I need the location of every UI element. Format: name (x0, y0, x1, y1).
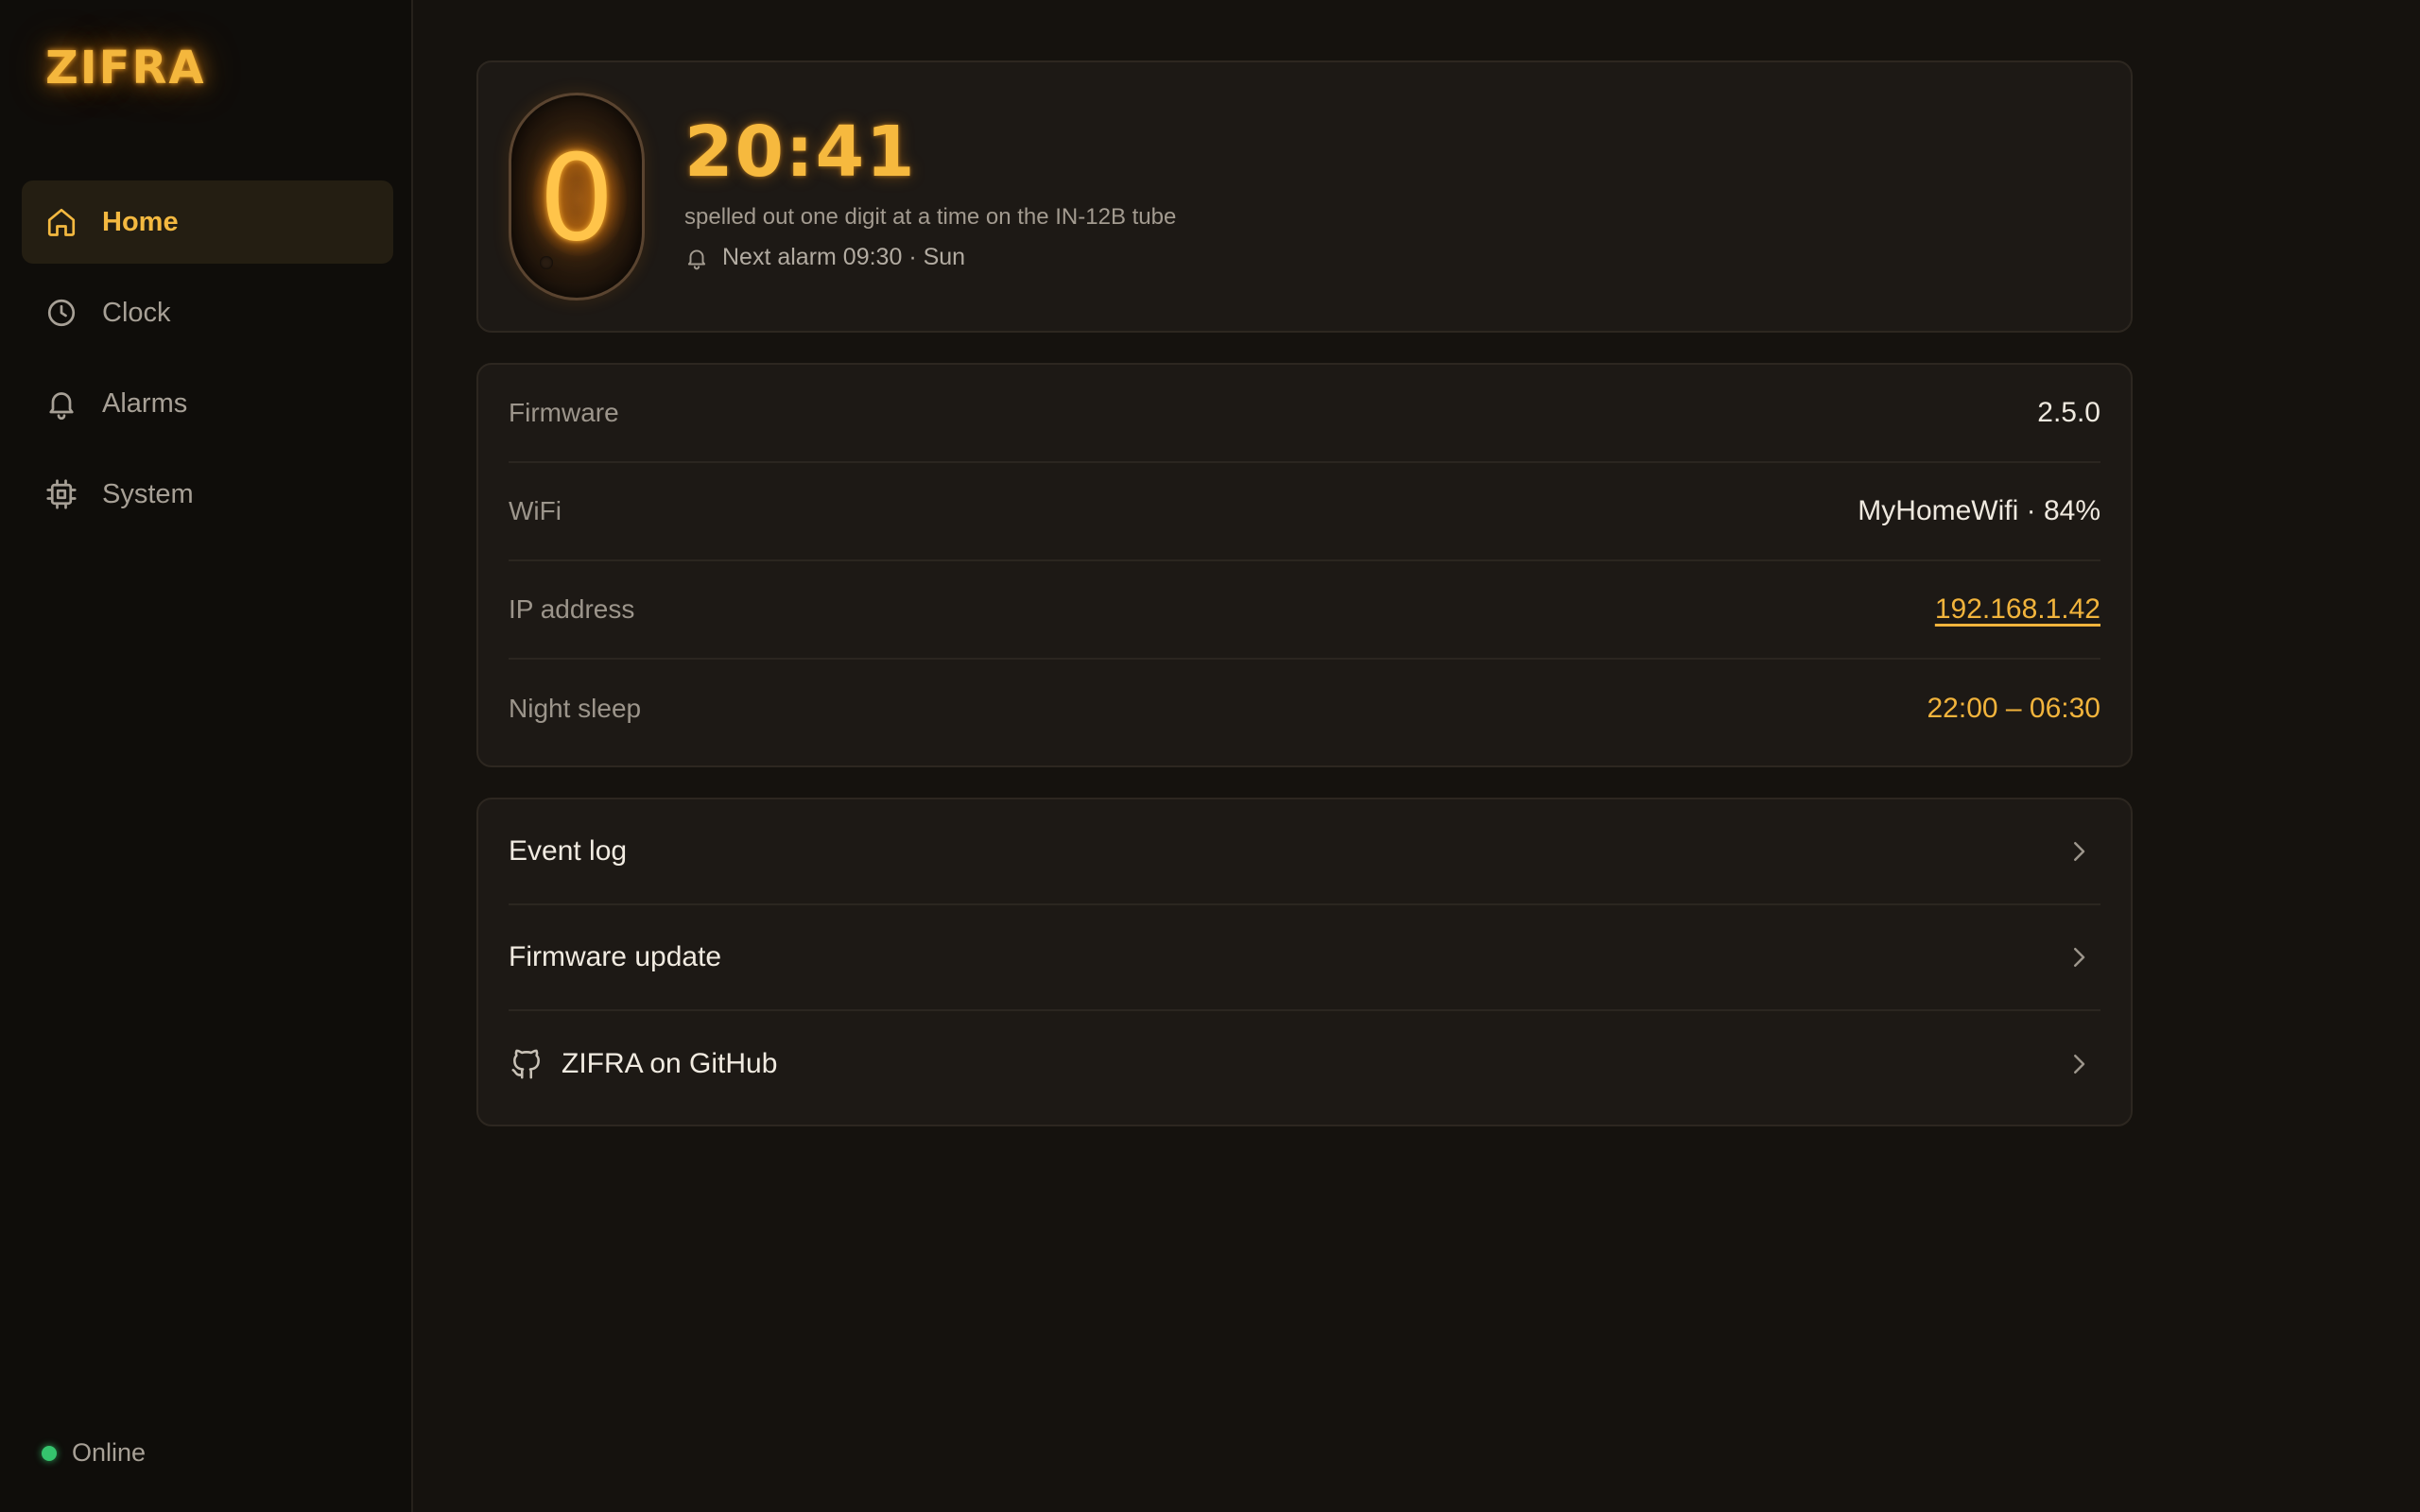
info-row-ip: IP address 192.168.1.42 (509, 561, 2100, 660)
link-label: ZIFRA on GitHub (562, 1048, 778, 1079)
wifi-status: MyHomeWifi · 84% (1858, 495, 2100, 526)
sidebar-item-clock[interactable]: Clock (22, 271, 393, 354)
sidebar: ZIFRA Home Clock Alarms System Online (0, 0, 413, 1512)
status-dot-icon (42, 1445, 57, 1461)
chip-icon (44, 477, 78, 511)
app-logo: ZIFRA (45, 42, 206, 94)
event-log-link[interactable]: Event log (509, 799, 2100, 905)
links-card: Event log Firmware update ZIFRA on GitHu… (476, 798, 2133, 1126)
ip-address-link[interactable]: 192.168.1.42 (1935, 593, 2100, 626)
nixie-tube: 0 (509, 93, 645, 301)
app-root: ZIFRA Home Clock Alarms System Online 0 … (0, 0, 2420, 1512)
tube-decimal-dot (540, 256, 553, 269)
link-label: Firmware update (509, 941, 722, 972)
clock-hero-card: 0 20:41 spelled out one digit at a time … (476, 60, 2133, 333)
chevron-right-icon (2065, 943, 2093, 971)
connection-status: Online (42, 1438, 146, 1468)
sidebar-item-system[interactable]: System (22, 453, 393, 536)
info-row-wifi: WiFi MyHomeWifi · 84% (509, 463, 2100, 561)
firmware-version: 2.5.0 (2037, 397, 2100, 428)
bell-icon (687, 249, 706, 269)
tube-digit: 0 (538, 129, 615, 267)
sidebar-item-alarms[interactable]: Alarms (22, 362, 393, 445)
sidebar-nav: Home Clock Alarms System (22, 180, 393, 543)
firmware-update-link[interactable]: Firmware update (509, 905, 2100, 1011)
sidebar-item-label: System (102, 478, 194, 509)
sidebar-item-label: Alarms (102, 387, 188, 419)
info-row-firmware: Firmware 2.5.0 (509, 365, 2100, 463)
clock-icon (44, 296, 78, 330)
status-label: Online (72, 1438, 147, 1467)
home-icon (44, 205, 78, 239)
device-info-card: Firmware 2.5.0 WiFi MyHomeWifi · 84% IP … (476, 363, 2133, 767)
info-label: IP address (509, 594, 635, 624)
link-label: Event log (509, 835, 628, 867)
tube-description: spelled out one digit at a time on the I… (684, 204, 1177, 230)
chevron-right-icon (2065, 1050, 2093, 1078)
info-label: Firmware (509, 398, 619, 427)
sidebar-item-home[interactable]: Home (22, 180, 393, 264)
github-icon (509, 1046, 544, 1082)
sidebar-item-label: Home (102, 206, 179, 237)
chevron-right-icon (2065, 837, 2093, 866)
info-label: Night sleep (509, 694, 642, 723)
next-alarm: Next alarm 09:30 · Sun (684, 244, 965, 271)
info-row-night-sleep: Night sleep 22:00 – 06:30 (509, 660, 2100, 758)
info-label: WiFi (509, 496, 562, 525)
sidebar-item-label: Clock (102, 297, 171, 328)
current-time: 20:41 (684, 112, 917, 193)
github-link[interactable]: ZIFRA on GitHub (509, 1011, 2100, 1117)
night-sleep-range: 22:00 – 06:30 (1927, 693, 2100, 724)
next-alarm-text: Next alarm 09:30 · Sun (722, 244, 966, 270)
bell-icon (44, 387, 78, 421)
